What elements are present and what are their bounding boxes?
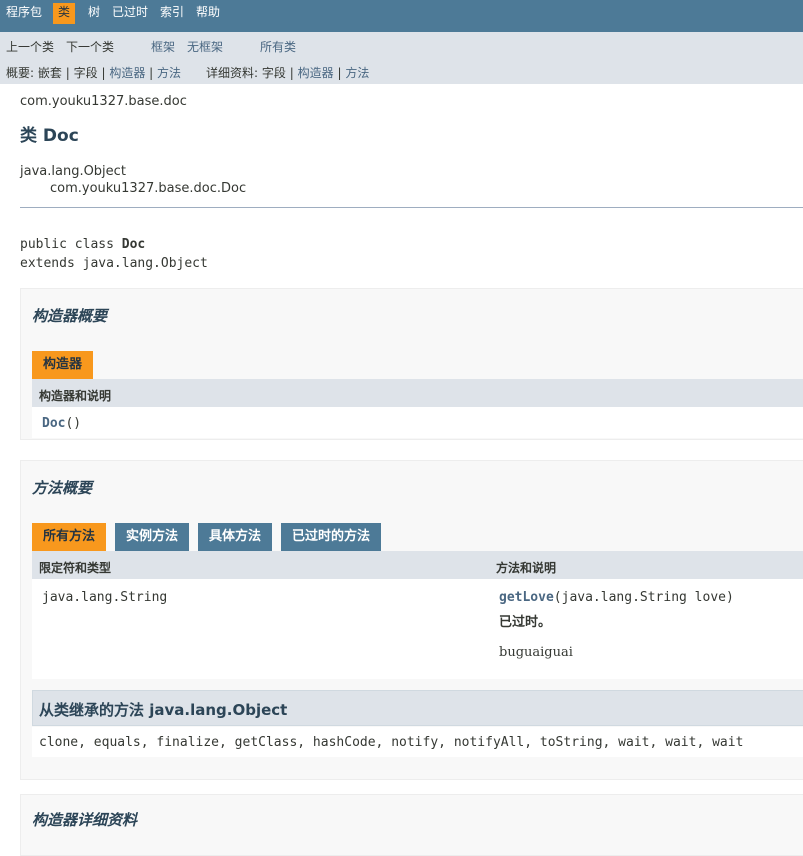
table-row: Doc() <box>32 407 803 438</box>
inherited-methods-header: 从类继承的方法 java.lang.Object <box>32 690 803 726</box>
separator: | <box>337 66 342 80</box>
summary-field-text: 字段 <box>73 66 98 80</box>
separator: | <box>101 66 106 80</box>
column-header-type: 限定符和类型 <box>39 561 112 575</box>
constructor-signature: Doc() <box>42 416 81 431</box>
detail-method-link[interactable]: 方法 <box>345 66 369 80</box>
nav-packages[interactable]: 程序包 <box>6 3 42 24</box>
allclasses-link[interactable]: 所有类 <box>260 38 296 55</box>
nav-index[interactable]: 索引 <box>160 3 184 24</box>
summary-label-text: 概要: <box>6 66 35 80</box>
nav-deprecated[interactable]: 已过时 <box>112 3 148 24</box>
frames-link[interactable]: 框架 <box>151 38 175 55</box>
column-header-method: 方法和说明 <box>496 561 557 575</box>
signature-class-name: Doc <box>121 237 146 252</box>
nav-tree[interactable]: 树 <box>88 3 100 24</box>
constructor-summary-title: 构造器概要 <box>32 307 108 325</box>
method-return-type: java.lang.String <box>42 590 168 605</box>
constructor-table-header: 构造器和说明 <box>32 379 803 407</box>
nav-help[interactable]: 帮助 <box>196 3 220 24</box>
inheritance-child: com.youku1327.base.doc.Doc <box>50 181 247 196</box>
inherited-methods-list: clone, equals, finalize, getClass, hashC… <box>39 735 744 750</box>
tab-all-methods[interactable]: 所有方法 <box>32 523 107 551</box>
inherited-methods-title: 从类继承的方法 java.lang.Object <box>39 701 288 719</box>
inherited-methods-row: clone, equals, finalize, getClass, hashC… <box>32 727 803 757</box>
tab-instance-methods[interactable]: 实例方法 <box>115 523 190 551</box>
detail-field-text: 字段 <box>261 66 286 80</box>
summary-nested-text: 嵌套 <box>37 66 62 80</box>
page-title: 类 Doc <box>20 126 79 146</box>
separator: | <box>289 66 294 80</box>
inheritance-parent: java.lang.Object <box>20 164 126 179</box>
method-description: buguaiguai <box>499 645 573 660</box>
detail-label-text: 详细资料: <box>206 66 259 80</box>
method-params: (java.lang.String love) <box>553 590 734 605</box>
constructor-summary-section: 构造器概要 构造器 构造器和说明 Doc() <box>20 288 803 440</box>
prev-class-link[interactable]: 上一个类 <box>6 38 54 55</box>
summary-label: 概要: 嵌套 | 字段 | 构造器 | 方法 <box>6 64 181 81</box>
method-summary-section: 方法概要 所有方法 实例方法 具体方法 已过时的方法 限定符和类型 方法和说明 … <box>20 460 803 780</box>
separator: | <box>65 66 70 80</box>
tab-concrete-methods[interactable]: 具体方法 <box>198 523 273 551</box>
deprecated-label: 已过时。 <box>499 615 552 630</box>
method-link-getlove[interactable]: getLove <box>499 590 554 605</box>
noframes-link[interactable]: 无框架 <box>187 38 223 55</box>
package-name: com.youku1327.base.doc <box>20 94 187 109</box>
method-signature: getLove(java.lang.String love) <box>499 590 734 605</box>
detail-label: 详细资料: 字段 | 构造器 | 方法 <box>206 64 369 81</box>
signature-extends: extends java.lang.Object <box>20 256 208 271</box>
constructor-link-doc[interactable]: Doc <box>42 416 65 431</box>
summary-constructor-link[interactable]: 构造器 <box>109 66 145 80</box>
constructor-detail-title: 构造器详细资料 <box>32 811 138 829</box>
detail-constructor-link[interactable]: 构造器 <box>298 66 334 80</box>
tab-constructors: 构造器 <box>32 351 94 379</box>
constructor-params: () <box>65 416 82 431</box>
separator: | <box>149 66 154 80</box>
top-nav-bar: 程序包 类 树 已过时 索引 帮助 <box>0 0 803 32</box>
next-class-link[interactable]: 下一个类 <box>66 38 114 55</box>
class-signature: public class Doc extends java.lang.Objec… <box>20 235 208 273</box>
table-row: java.lang.String getLove(java.lang.Strin… <box>32 579 803 679</box>
column-header-constructor: 构造器和说明 <box>39 389 112 403</box>
signature-prefix: public class <box>20 237 122 252</box>
method-table-header: 限定符和类型 方法和说明 <box>32 551 803 579</box>
sub-nav-bar: 上一个类 下一个类 框架 无框架 所有类 概要: 嵌套 | 字段 | 构造器 |… <box>0 32 803 84</box>
divider <box>20 207 803 208</box>
nav-class: 类 <box>53 3 76 24</box>
summary-method-link[interactable]: 方法 <box>157 66 181 80</box>
tab-deprecated-methods[interactable]: 已过时的方法 <box>281 523 382 551</box>
constructor-detail-section: 构造器详细资料 <box>20 794 803 856</box>
method-summary-title: 方法概要 <box>32 479 93 497</box>
